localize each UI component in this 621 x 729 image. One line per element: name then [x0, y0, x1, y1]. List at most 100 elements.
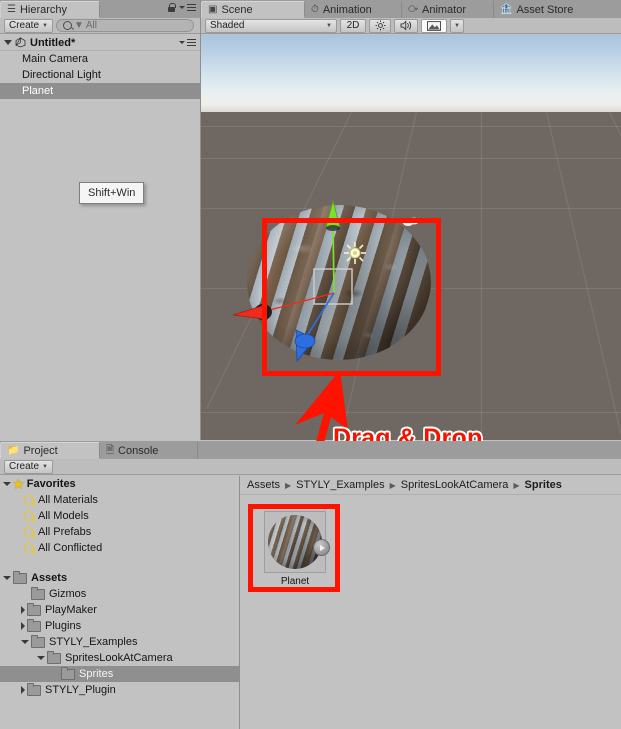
hierarchy-toolbar: Create ▼ ▼ All: [0, 18, 200, 34]
tree-item-label: SpritesLookAtCamera: [65, 652, 173, 664]
tab-scene[interactable]: ▣ Scene: [201, 1, 305, 18]
tree-item-label: All Models: [38, 510, 89, 522]
folder-icon: [27, 618, 41, 632]
lighting-toggle-button[interactable]: [369, 18, 391, 33]
breadcrumb-item-sprites-look-at-camera[interactable]: SpritesLookAtCamera: [401, 479, 509, 491]
unity-editor-window: ☰ Hierarchy Create ▼ ▼ All Untitled* Mai…: [0, 0, 621, 729]
store-icon: 🏦: [500, 3, 513, 15]
tree-item-favorites[interactable]: ★ Favorites: [0, 476, 239, 492]
scene-menu-icon[interactable]: [179, 39, 196, 46]
tab-animator[interactable]: ⧂ Animator: [402, 1, 494, 18]
tree-item-sprites-look-at-camera[interactable]: SpritesLookAtCamera: [0, 650, 239, 666]
breadcrumb-item-sprites[interactable]: Sprites: [525, 479, 562, 491]
draw-mode-dropdown[interactable]: Shaded ▼: [205, 18, 337, 33]
chevron-down-icon[interactable]: [37, 656, 45, 660]
asset-thumbnail[interactable]: [264, 511, 330, 573]
tree-item-styly-plugin[interactable]: STYLY_Plugin: [0, 682, 239, 698]
asset-item-planet[interactable]: Planet: [259, 511, 331, 587]
hierarchy-item-directional-light[interactable]: Directional Light: [0, 67, 200, 83]
planet-object[interactable]: [232, 199, 441, 376]
tree-item-all-materials[interactable]: All Materials: [0, 492, 239, 508]
scene-viewport[interactable]: [201, 35, 621, 440]
search-icon: [24, 527, 34, 537]
hierarchy-header-icons: [168, 3, 196, 12]
tree-item-gizmos[interactable]: Gizmos: [0, 586, 239, 602]
tree-item-label: Plugins: [45, 620, 82, 632]
tab-animation[interactable]: ⏱ Animation: [305, 1, 402, 18]
folder-icon: [27, 682, 41, 696]
hierarchy-item-label: Main Camera: [22, 53, 89, 65]
hierarchy-panel: ☰ Hierarchy Create ▼ ▼ All Untitled* Mai…: [0, 0, 201, 440]
tree-item-label: STYLY_Examples: [49, 636, 138, 648]
chevron-down-icon[interactable]: [21, 640, 29, 644]
search-icon: [24, 543, 34, 553]
search-icon: [24, 511, 34, 521]
tree-item-all-models[interactable]: All Models: [0, 508, 239, 524]
tree-item-label: Assets: [31, 572, 68, 584]
search-icon: [24, 495, 34, 505]
tree-item-plugins[interactable]: Plugins: [0, 618, 239, 634]
chevron-down-icon[interactable]: [3, 482, 11, 486]
tree-item-styly-examples[interactable]: STYLY_Examples: [0, 634, 239, 650]
project-toolbar: Create ▼: [0, 459, 621, 475]
tree-item-all-conflicted[interactable]: All Conflicted: [0, 540, 239, 556]
hierarchy-search-value: All: [85, 20, 97, 31]
tree-item-assets[interactable]: Assets: [0, 570, 239, 586]
tree-item-sprites[interactable]: Sprites: [0, 666, 239, 682]
hierarchy-scene-root[interactable]: Untitled*: [0, 35, 200, 51]
effects-dropdown-button[interactable]: ▼: [450, 18, 464, 33]
chevron-right-icon[interactable]: [21, 686, 25, 694]
chevron-down-icon: ▼: [42, 22, 48, 29]
search-icon: [62, 21, 72, 30]
unity-logo-icon: [15, 37, 26, 48]
tab-project[interactable]: 📁 Project: [0, 442, 100, 459]
effects-toggle-button[interactable]: [421, 18, 447, 33]
shortcut-tooltip: Shift+Win: [79, 182, 145, 204]
scene-selection-highlight: [262, 218, 441, 376]
chevron-right-icon[interactable]: [21, 606, 25, 614]
hierarchy-item-main-camera[interactable]: Main Camera: [0, 51, 200, 67]
grid-icon: ▣: [208, 3, 218, 15]
sprite-expand-icon[interactable]: [313, 539, 330, 556]
chevron-right-icon: ▶: [513, 480, 520, 490]
hierarchy-item-planet[interactable]: Planet: [0, 83, 200, 99]
tab-console[interactable]: 🗎 Console: [100, 442, 198, 459]
folder-icon: 📁: [7, 444, 20, 456]
tab-hierarchy[interactable]: ☰ Hierarchy: [0, 1, 100, 18]
folder-icon: [27, 602, 41, 616]
project-tabbar: 📁 Project 🗎 Console: [0, 441, 621, 460]
toggle-2d-button[interactable]: 2D: [340, 18, 366, 33]
scene-panel: ▣ Scene ⏱ Animation ⧂ Animator 🏦 Asset S…: [201, 0, 621, 440]
chevron-down-icon[interactable]: [3, 576, 11, 580]
chevron-down-icon[interactable]: [4, 40, 12, 45]
tab-project-label: Project: [23, 444, 58, 457]
hierarchy-tree: Untitled* Main Camera Directional Light …: [0, 35, 200, 440]
tree-item-label: All Prefabs: [38, 526, 92, 538]
chevron-right-icon: ▶: [389, 480, 396, 490]
breadcrumb-item-styly-examples[interactable]: STYLY_Examples: [296, 479, 384, 491]
tree-item-playmaker[interactable]: PlayMaker: [0, 602, 239, 618]
asset-label: Planet: [280, 576, 310, 587]
hierarchy-search-input[interactable]: ▼ All: [55, 19, 194, 32]
project-folder-tree: ★ Favorites All Materials All Models All…: [0, 476, 240, 729]
tab-animation-label: Animation: [322, 3, 372, 16]
project-create-button[interactable]: Create ▼: [4, 459, 53, 474]
hierarchy-create-button[interactable]: Create ▼: [4, 18, 53, 33]
hierarchy-item-label: Planet: [22, 85, 54, 97]
tab-asset-store-label: Asset Store: [516, 3, 574, 16]
scene-name-label: Untitled*: [30, 36, 76, 49]
tab-asset-store[interactable]: 🏦 Asset Store: [494, 1, 604, 18]
animator-icon: ⧂: [408, 3, 418, 15]
folder-icon: [61, 666, 75, 680]
project-panel: 📁 Project 🗎 Console Create ▼ ★ Favorites: [0, 441, 621, 729]
audio-toggle-button[interactable]: [394, 18, 418, 33]
hierarchy-icon: ☰: [7, 3, 16, 15]
lock-icon[interactable]: [168, 3, 176, 12]
scene-toolbar: Shaded ▼ 2D ▼: [201, 18, 621, 34]
breadcrumb: Assets ▶ STYLY_Examples ▶ SpritesLookAtC…: [240, 476, 621, 495]
panel-menu-icon[interactable]: [179, 4, 196, 11]
tree-item-label: Favorites: [26, 478, 76, 490]
tree-item-all-prefabs[interactable]: All Prefabs: [0, 524, 239, 540]
chevron-right-icon[interactable]: [21, 622, 25, 630]
breadcrumb-item-assets[interactable]: Assets: [247, 479, 280, 491]
